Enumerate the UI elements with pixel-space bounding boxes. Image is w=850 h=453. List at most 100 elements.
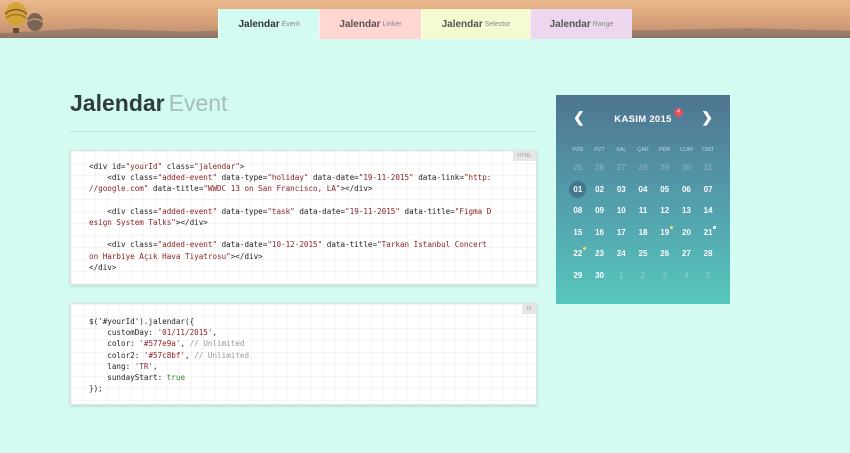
calendar-day[interactable]: 2 bbox=[632, 265, 654, 287]
calendar-day[interactable]: 02 bbox=[589, 179, 611, 201]
calendar-day[interactable]: 28 bbox=[632, 157, 654, 179]
tab-range[interactable]: Jalendar Range bbox=[530, 9, 632, 39]
calendar-day[interactable]: 30 bbox=[589, 265, 611, 287]
code-token: esign System Talks" bbox=[89, 218, 176, 228]
calendar-day[interactable]: 21 bbox=[697, 222, 719, 244]
calendar-day[interactable]: 26 bbox=[654, 243, 676, 265]
tab-selector[interactable]: Jalendar Selector bbox=[421, 9, 530, 39]
code-token: > bbox=[239, 162, 245, 171]
calendar-day[interactable]: 07 bbox=[697, 179, 719, 201]
calendar-day-number: 1 bbox=[619, 270, 624, 280]
js-code[interactable]: $('#yourId').jalendar({ customDay: '01/1… bbox=[71, 304, 536, 394]
calendar-day-number: 30 bbox=[681, 163, 691, 173]
calendar-day[interactable]: 24 bbox=[610, 243, 632, 265]
calendar-day[interactable]: 10 bbox=[610, 200, 632, 222]
weekday-label: ÇAR bbox=[637, 147, 649, 153]
code-token: "http: bbox=[463, 173, 492, 183]
code-token: data-title= bbox=[322, 240, 378, 250]
code-token: '#577e9a' bbox=[139, 339, 181, 349]
calendar-day-number: 09 bbox=[595, 206, 605, 216]
calendar-day[interactable]: 20 bbox=[676, 222, 698, 244]
calendar-day[interactable]: 4 bbox=[676, 265, 698, 287]
code-token: "Figma D bbox=[454, 206, 492, 216]
code-token: ></div> bbox=[175, 218, 208, 228]
tab-event-sub: Event bbox=[281, 20, 300, 28]
calendar-day[interactable]: 11 bbox=[632, 200, 654, 222]
event-count-badge: 4 bbox=[674, 108, 683, 117]
calendar-day[interactable]: 27 bbox=[610, 157, 632, 179]
demo-tabs: Jalendar Event Jalendar Linker Jalendar … bbox=[218, 9, 632, 39]
code-token: ></div> bbox=[230, 251, 263, 261]
code-token: <div class= bbox=[89, 173, 158, 183]
calendar-day[interactable]: 22 bbox=[567, 243, 589, 265]
code-token: , bbox=[180, 339, 190, 349]
calendar-day[interactable]: 12 bbox=[654, 200, 676, 222]
code-token: , bbox=[212, 328, 218, 338]
calendar-day[interactable]: 13 bbox=[676, 200, 698, 222]
code-token: data-type= bbox=[217, 173, 268, 183]
calendar-day-number: 12 bbox=[660, 206, 670, 216]
page-title-main: Jalendar bbox=[70, 90, 165, 116]
calendar-day-number: 2 bbox=[640, 270, 646, 280]
calendar-day[interactable]: 23 bbox=[589, 243, 611, 265]
tab-linker[interactable]: Jalendar Linker bbox=[319, 9, 421, 39]
calendar-day[interactable]: 09 bbox=[589, 200, 611, 222]
calendar-day[interactable]: 25 bbox=[632, 243, 654, 265]
code-token: // Unlimited bbox=[189, 339, 245, 349]
calendar-day[interactable]: 29 bbox=[654, 157, 676, 179]
code-token: sundayStart: bbox=[89, 373, 167, 383]
weekday-label: PZT bbox=[594, 147, 605, 153]
calendar-day-number: 03 bbox=[616, 184, 626, 194]
calendar-day[interactable]: 03 bbox=[610, 179, 632, 201]
event-dot bbox=[582, 247, 586, 250]
code-token: "yourId" bbox=[125, 162, 163, 171]
calendar-day[interactable]: 29 bbox=[567, 265, 589, 287]
code-token: <div id= bbox=[89, 162, 126, 171]
chevron-right-icon[interactable]: ❯ bbox=[701, 109, 713, 126]
calendar-day[interactable]: 25 bbox=[567, 157, 589, 179]
calendar-day[interactable]: 06 bbox=[676, 179, 698, 201]
code-token: "jalendar" bbox=[194, 162, 240, 171]
calendar-day[interactable]: 27 bbox=[676, 243, 698, 265]
code-token: //google.com" bbox=[89, 184, 149, 194]
calendar-day[interactable]: 04 bbox=[632, 179, 654, 201]
calendar-day[interactable]: 28 bbox=[697, 243, 719, 265]
calendar-day[interactable]: 19 bbox=[654, 222, 676, 244]
code-token: color: bbox=[89, 339, 140, 349]
html-code-box: HTML <div id="yourId" class="jalendar"> … bbox=[70, 150, 537, 285]
calendar-day-number: 30 bbox=[595, 270, 605, 280]
code-token: "WWDC 13 on San Francisco, LA" bbox=[203, 184, 341, 194]
calendar-day-number: 27 bbox=[681, 249, 691, 259]
code-token: ></div> bbox=[340, 184, 373, 194]
calendar-day[interactable]: 5 bbox=[697, 265, 719, 287]
calendar-day-number: 26 bbox=[660, 249, 670, 259]
tab-event[interactable]: Jalendar Event bbox=[218, 9, 319, 39]
calendar-widget: ❮ KASIM 2015 4 ❯ PZR PZT SAL ÇAR PER CUM CMT 25… bbox=[556, 95, 730, 304]
calendar-day-today[interactable]: 01 bbox=[567, 179, 589, 201]
calendar-day[interactable]: 18 bbox=[632, 222, 654, 244]
calendar-day[interactable]: 17 bbox=[610, 222, 632, 244]
calendar-day[interactable]: 14 bbox=[697, 200, 719, 222]
calendar-day[interactable]: 26 bbox=[589, 157, 611, 179]
html-code[interactable]: <div id="yourId" class="jalendar"> <div … bbox=[71, 151, 536, 273]
calendar-day-number: 17 bbox=[616, 227, 626, 237]
calendar-day[interactable]: 3 bbox=[654, 265, 676, 287]
calendar-day-number: 31 bbox=[703, 163, 713, 173]
calendar-day[interactable]: 1 bbox=[610, 265, 632, 287]
calendar-day-number: 15 bbox=[573, 227, 583, 237]
calendar-day-number: 4 bbox=[684, 270, 689, 280]
code-token: "added-event" bbox=[157, 240, 218, 250]
tab-linker-sub: Linker bbox=[382, 20, 402, 28]
calendar-day[interactable]: 08 bbox=[567, 200, 589, 222]
tab-linker-name: Jalendar bbox=[339, 18, 381, 30]
calendar-day-number: 5 bbox=[705, 270, 711, 280]
calendar-day[interactable]: 30 bbox=[676, 157, 698, 179]
code-token: 'TR' bbox=[134, 361, 154, 371]
code-token: data-date= bbox=[294, 206, 346, 216]
tab-event-name: Jalendar bbox=[238, 18, 280, 30]
calendar-day[interactable]: 16 bbox=[589, 222, 611, 244]
calendar-day-number: 04 bbox=[638, 184, 648, 194]
calendar-day[interactable]: 05 bbox=[654, 179, 676, 201]
calendar-day[interactable]: 31 bbox=[697, 157, 719, 179]
calendar-day[interactable]: 15 bbox=[567, 222, 589, 244]
